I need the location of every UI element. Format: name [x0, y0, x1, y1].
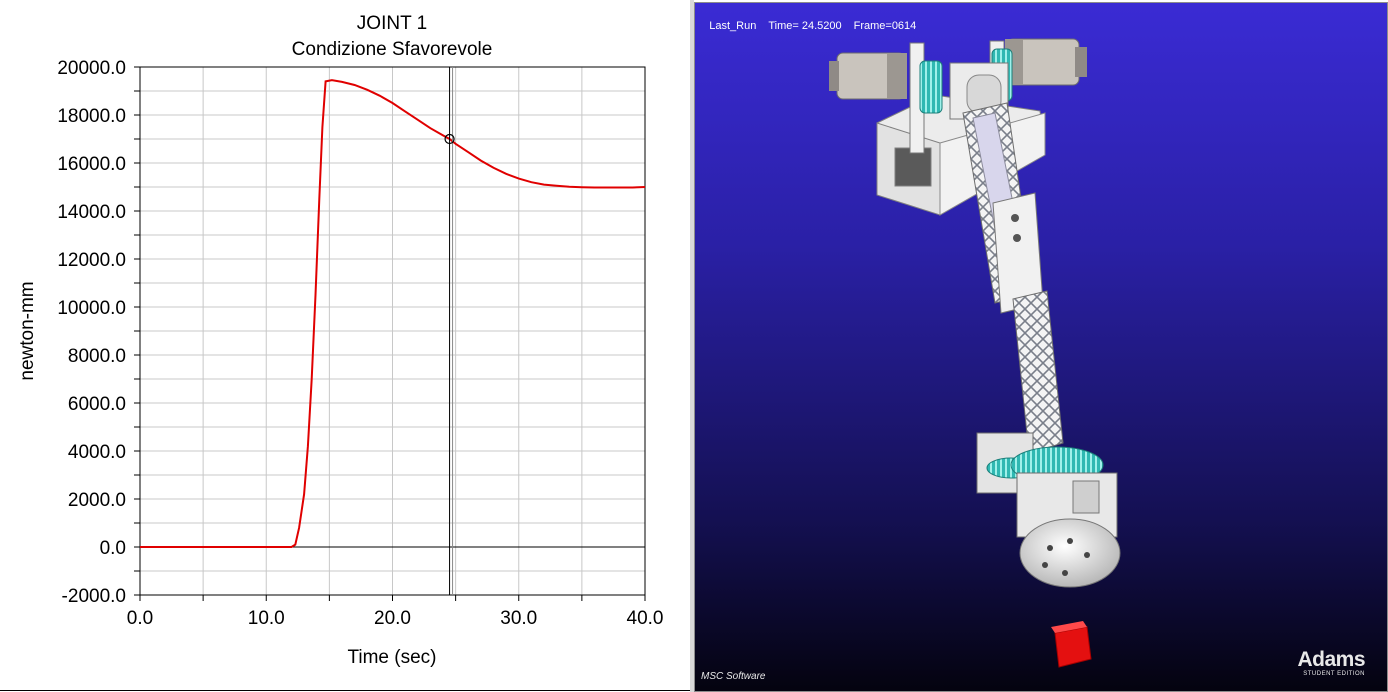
- y-tick-label: 2000.0: [68, 490, 126, 511]
- adams-logo: Adams STUDENT EDITION: [1297, 648, 1365, 678]
- y-tick-label: 0.0: [100, 538, 126, 559]
- robot-arm-model[interactable]: [695, 3, 1387, 691]
- msc-software-logo: MSC Software: [701, 671, 766, 682]
- wrist-assembly: [976, 432, 1121, 588]
- x-tick-label: 40.0: [627, 608, 664, 629]
- frame-readout: Frame=0614: [853, 20, 917, 32]
- x-tick-label: 20.0: [374, 608, 411, 629]
- x-tick-label: 0.0: [127, 608, 153, 629]
- y-tick-label: 20000.0: [57, 58, 126, 79]
- y-tick-label: 4000.0: [68, 442, 126, 463]
- x-axis-label: Time (sec): [347, 647, 436, 668]
- animation-viewport[interactable]: Last_Run Time= 24.5200 Frame=0614 MSC Soft…: [694, 2, 1388, 692]
- plot-title: JOINT 1: [357, 13, 427, 34]
- run-name: Last_Run: [709, 20, 757, 32]
- y-tick-label: 10000.0: [57, 298, 126, 319]
- left-motor: [829, 52, 907, 100]
- y-tick-label: 12000.0: [57, 250, 126, 271]
- y-tick-label: 18000.0: [57, 106, 126, 127]
- y-tick-label: 16000.0: [57, 154, 126, 175]
- viewport-status: Last_Run Time= 24.5200 Frame=0614: [697, 8, 928, 44]
- plot-panel[interactable]: JOINT 1 Condizione Sfavorevole 0.0 10.0 20…: [0, 0, 691, 691]
- force-time-plot[interactable]: JOINT 1 Condizione Sfavorevole 0.0 10.0 20…: [0, 0, 690, 690]
- plot-subtitle: Condizione Sfavorevole: [292, 39, 493, 60]
- x-tick-label: 10.0: [248, 608, 285, 629]
- plot-grid: [140, 67, 645, 595]
- x-tick-label: 30.0: [500, 608, 537, 629]
- right-motor: [1005, 38, 1087, 86]
- y-tick-label: 14000.0: [57, 202, 126, 223]
- time-readout: Time= 24.5200: [768, 20, 842, 32]
- target-marker: [1051, 621, 1092, 668]
- y-tick-label: 8000.0: [68, 346, 126, 367]
- y-tick-label: -2000.0: [62, 586, 126, 607]
- adams-logo-name: Adams: [1297, 648, 1365, 671]
- y-axis-label: newton-mm: [17, 281, 38, 380]
- adams-logo-edition: STUDENT EDITION: [1303, 671, 1365, 677]
- y-tick-labels: -2000.0 0.0 2000.0 4000.0 6000.0 8000.0 10000.…: [57, 58, 126, 607]
- y-tick-label: 6000.0: [68, 394, 126, 415]
- plot-ticks: [134, 66, 646, 601]
- x-tick-labels: 0.0 10.0 20.0 30.0 40.0: [127, 608, 664, 629]
- forearm-truss: [1012, 290, 1064, 454]
